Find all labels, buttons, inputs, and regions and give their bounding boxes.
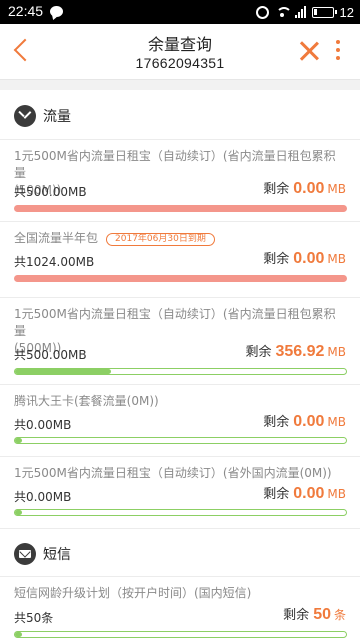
usage-bar [14, 368, 347, 375]
usage-bar [14, 437, 347, 444]
sms-mail-icon [14, 543, 36, 565]
item-name: 腾讯大王卡(套餐流量(0M)) [14, 394, 159, 408]
item-remaining: 剩余 0.00 MB [263, 180, 346, 197]
section-title-traffic: 流量 [43, 109, 71, 125]
expiry-badge: 2017年06月30日到期 [106, 233, 215, 246]
section-title-sms: 短信 [43, 547, 71, 563]
content[interactable]: 流量 1元500M省内流量日租宝（自动续订）(省内流量日租包累积量 (500M))… [0, 80, 360, 640]
list-item[interactable]: 腾讯大王卡(套餐流量(0M)) 共0.00MB 剩余 0.00 MB [0, 385, 360, 457]
list-item[interactable]: 全国流量半年包 2017年06月30日到期 共1024.00MB 剩余 0.00 MB [0, 222, 360, 298]
item-total: 共0.00MB [14, 418, 72, 432]
section-gap [0, 80, 360, 90]
item-total: 共0.00MB [14, 490, 72, 504]
usage-bar-fill [15, 632, 22, 637]
item-total: 共50条 [14, 611, 54, 625]
signal-icon [294, 6, 306, 18]
list-item[interactable]: 短信网龄升级计划（按开户时间）(国内短信) 共50条 剩余 50 条 [0, 577, 360, 640]
battery-icon [311, 6, 337, 18]
status-time: 22:45 [8, 3, 44, 19]
usage-bar [14, 631, 347, 638]
status-bar: 22:45 12 [0, 0, 360, 24]
usage-bar [14, 205, 347, 212]
traffic-trend-icon [14, 105, 36, 127]
item-total: 共1024.00MB [14, 255, 95, 269]
chat-icon [50, 6, 63, 17]
list-item[interactable]: 1元500M省内流量日租宝（自动续订）(省内流量日租包累积量 (500M)) 共5… [0, 140, 360, 222]
item-total: 共500.00MB [14, 185, 87, 199]
item-remaining: 剩余 0.00 MB [263, 250, 346, 267]
item-total: 共500.00MB [14, 348, 87, 362]
item-remaining: 剩余 356.92 MB [245, 343, 346, 360]
usage-bar-fill [15, 510, 22, 515]
wifi-icon [275, 6, 292, 18]
close-icon[interactable] [298, 40, 320, 62]
usage-bar [14, 509, 347, 516]
header: 余量查询 17662094351 [0, 24, 360, 80]
usage-bar [14, 275, 347, 282]
section-header-traffic: 流量 [0, 90, 360, 140]
usage-bar-fill [15, 369, 111, 374]
more-vertical-icon[interactable] [334, 40, 342, 64]
item-name: 短信网龄升级计划（按开户时间）(国内短信) [14, 586, 252, 600]
item-remaining: 剩余 0.00 MB [263, 485, 346, 502]
item-remaining: 剩余 50 条 [283, 606, 346, 623]
alarm-icon [255, 5, 269, 19]
item-name: 1元500M省内流量日租宝（自动续订）(省外国内流量(0M)) [14, 466, 332, 480]
list-item[interactable]: 1元500M省内流量日租宝（自动续订）(省内流量日租包累积量 (500M)) 共5… [0, 298, 360, 385]
status-icons: 12 [255, 3, 354, 21]
section-header-sms: 短信 [0, 529, 360, 577]
item-name: 全国流量半年包 2017年06月30日到期 [14, 230, 346, 247]
usage-bar-fill [15, 438, 22, 443]
item-remaining: 剩余 0.00 MB [263, 413, 346, 430]
list-item[interactable]: 1元500M省内流量日租宝（自动续订）(省外国内流量(0M)) 共0.00MB … [0, 457, 360, 529]
battery-level: 12 [339, 4, 354, 20]
